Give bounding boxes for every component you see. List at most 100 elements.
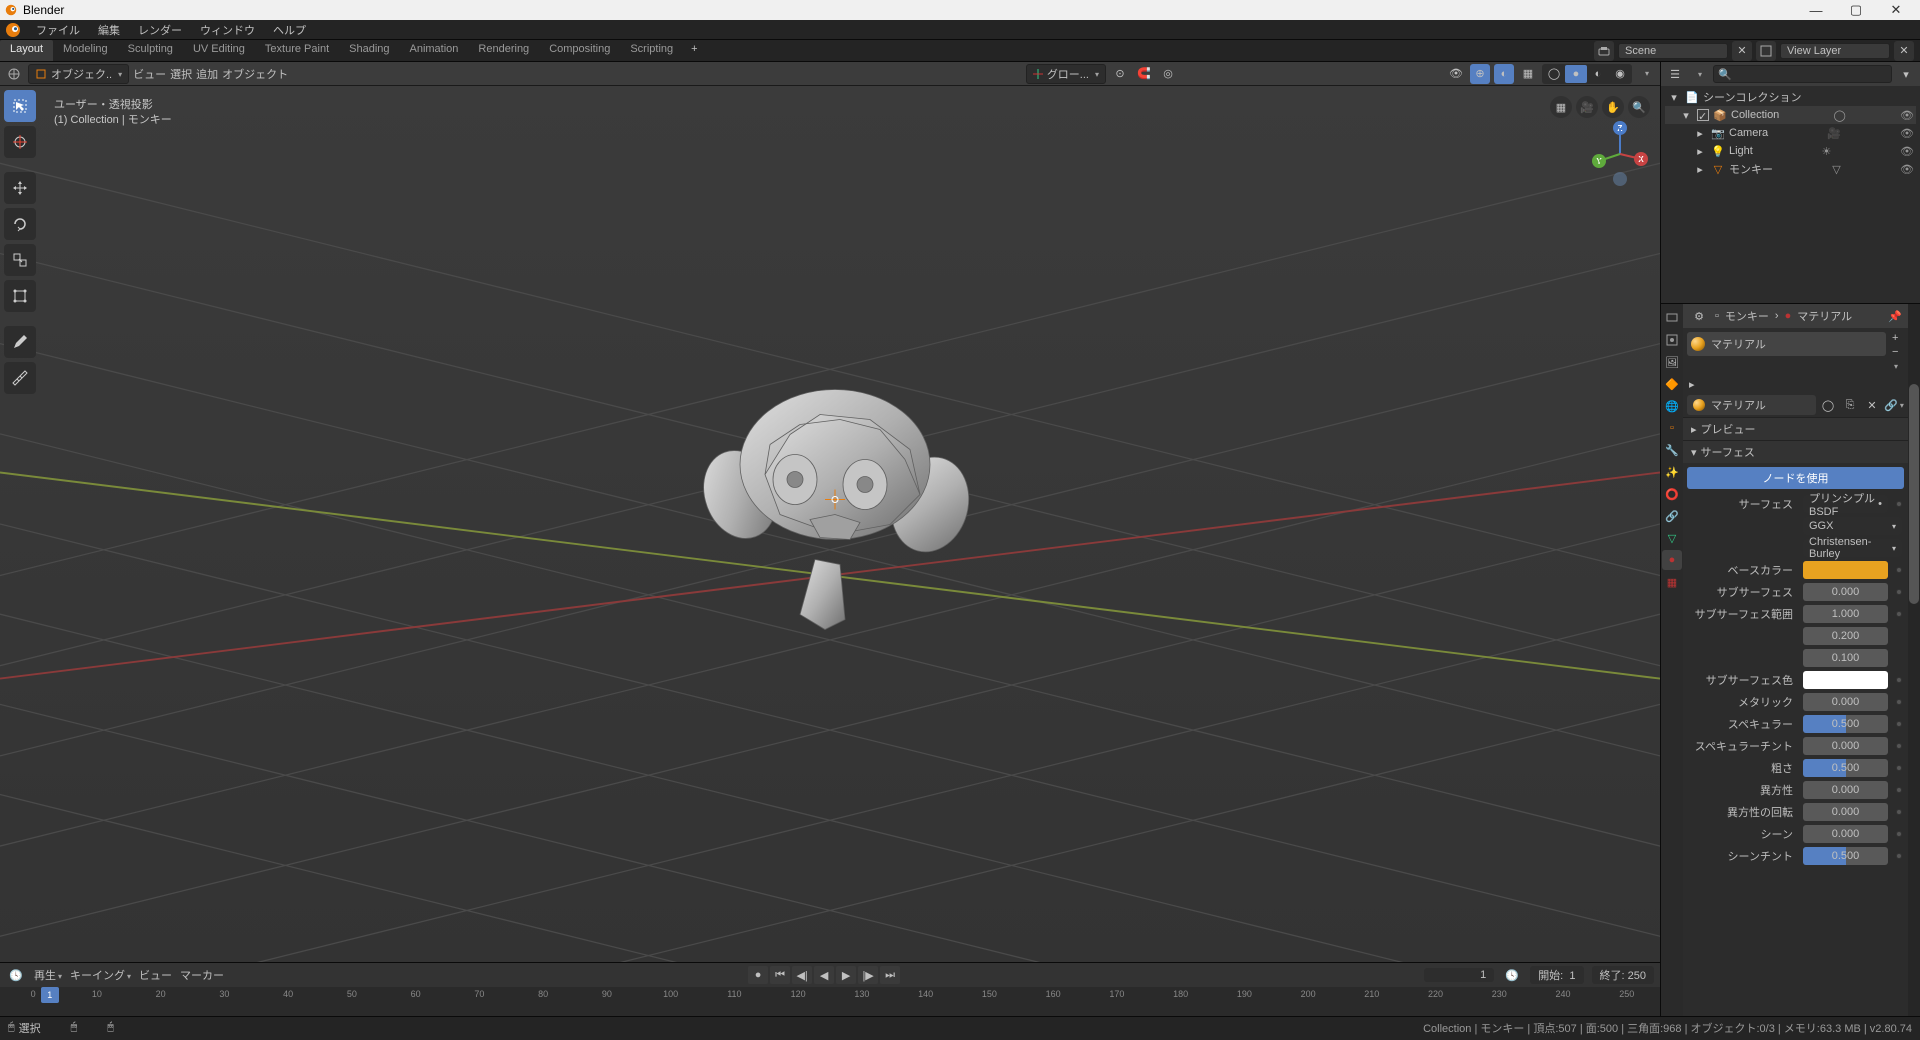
suzanne-mesh[interactable] <box>670 365 990 648</box>
base-color-swatch[interactable] <box>1803 561 1888 579</box>
props-tab-constraints[interactable]: 🔗 <box>1662 506 1682 526</box>
sheen-tint-slider[interactable]: 0.500 <box>1803 847 1888 865</box>
eye-icon[interactable]: 👁 <box>1900 145 1914 158</box>
props-tab-material[interactable]: ● <box>1662 550 1682 570</box>
breadcrumb-object[interactable]: モンキー <box>1725 308 1769 324</box>
outliner-collection[interactable]: ▾ ✓ 📦 Collection ◯ 👁 <box>1665 106 1916 124</box>
eye-icon[interactable]: 👁 <box>1900 109 1914 122</box>
outliner-item-light[interactable]: ▸ 💡 Light ☀ 👁 <box>1665 142 1916 160</box>
axis-gizmo[interactable]: Z X Y <box>1590 124 1650 184</box>
sheen-slider[interactable]: 0.000 <box>1803 825 1888 843</box>
camera-data-icon[interactable]: 🎥 <box>1827 127 1841 140</box>
jump-start-icon[interactable]: ⏮ <box>770 966 790 984</box>
jump-prev-key-icon[interactable]: ◀| <box>792 966 812 984</box>
frame-end-field[interactable]: 終了: 250 <box>1592 966 1654 984</box>
breadcrumb-material[interactable]: マテリアル <box>1797 308 1852 324</box>
props-tab-texture[interactable]: ▦ <box>1662 572 1682 592</box>
3d-viewport[interactable]: ユーザー・透視投影 (1) Collection | モンキー ▦ 🎥 ✋ � <box>0 86 1660 962</box>
material-slot-add[interactable]: + <box>1892 332 1906 344</box>
node-socket-icon[interactable] <box>1896 611 1902 617</box>
specular-slider[interactable]: 0.500 <box>1803 715 1888 733</box>
tool-cursor[interactable] <box>4 126 36 158</box>
exclude-icon[interactable]: ◯ <box>1834 109 1846 122</box>
tool-annotate[interactable] <box>4 326 36 358</box>
tab-modeling[interactable]: Modeling <box>53 40 118 61</box>
props-tab-modifiers[interactable]: 🔧 <box>1662 440 1682 460</box>
outliner-search-input[interactable]: 🔍 <box>1713 65 1892 83</box>
props-tab-data[interactable]: ▽ <box>1662 528 1682 548</box>
tab-rendering[interactable]: Rendering <box>468 40 539 61</box>
eye-icon[interactable]: 👁 <box>1900 163 1914 176</box>
sss-radius-x[interactable]: 1.000 <box>1803 605 1888 623</box>
menu-file[interactable]: ファイル <box>28 20 88 40</box>
node-socket-icon[interactable] <box>1896 765 1902 771</box>
timeline-menu-view[interactable]: ビュー <box>139 967 172 983</box>
scene-browse-icon[interactable] <box>1594 41 1614 61</box>
outliner-filter-icon[interactable]: ▾ <box>1896 64 1916 84</box>
overlay-toggle-icon[interactable]: ◐ <box>1494 64 1514 84</box>
blender-menu-icon[interactable] <box>4 21 22 39</box>
viewlayer-new-icon[interactable]: ✕ <box>1894 41 1914 61</box>
tab-shading[interactable]: Shading <box>339 40 399 61</box>
material-unlink-icon[interactable]: ✕ <box>1862 395 1882 415</box>
props-tab-object[interactable]: ▫ <box>1662 418 1682 438</box>
jump-next-key-icon[interactable]: |▶ <box>858 966 878 984</box>
props-tab-viewlayer[interactable]: 🖼 <box>1662 352 1682 372</box>
sss-radius-z[interactable]: 0.100 <box>1803 649 1888 667</box>
node-socket-icon[interactable] <box>1896 853 1902 859</box>
node-socket-icon[interactable] <box>1896 831 1902 837</box>
mesh-data-icon[interactable]: ▽ <box>1832 163 1840 176</box>
tool-move[interactable] <box>4 172 36 204</box>
material-new-icon[interactable]: ◯ <box>1818 395 1838 415</box>
tab-uv-editing[interactable]: UV Editing <box>183 40 255 61</box>
window-minimize-button[interactable]: — <box>1796 3 1836 18</box>
node-socket-icon[interactable] <box>1896 699 1902 705</box>
window-maximize-button[interactable]: ▢ <box>1836 2 1876 18</box>
tab-scripting[interactable]: Scripting <box>620 40 683 61</box>
window-close-button[interactable]: ✕ <box>1876 2 1916 18</box>
props-tab-physics[interactable]: ⭕ <box>1662 484 1682 504</box>
node-socket-icon[interactable] <box>1896 743 1902 749</box>
shading-lookdev-icon[interactable]: ◐ <box>1587 65 1609 83</box>
tool-transform[interactable] <box>4 280 36 312</box>
material-slot-menu[interactable] <box>1892 360 1906 372</box>
menu-help[interactable]: ヘルプ <box>265 20 314 40</box>
disclosure-icon[interactable]: ▸ <box>1693 126 1707 140</box>
header-menu-view[interactable]: ビュー <box>133 66 166 82</box>
visibility-icon[interactable]: 👁 <box>1446 64 1466 84</box>
current-frame-field[interactable]: 1 <box>1424 968 1494 982</box>
pan-icon[interactable]: ✋ <box>1602 96 1624 118</box>
gizmo-toggle-icon[interactable]: ⊕ <box>1470 64 1490 84</box>
tool-measure[interactable] <box>4 362 36 394</box>
outliner-display-mode[interactable] <box>1689 64 1709 84</box>
play-reverse-icon[interactable]: ◀ <box>814 966 834 984</box>
timeline-editor-type-icon[interactable]: 🕓 <box>6 965 26 985</box>
snap-icon[interactable]: 🧲 <box>1134 64 1154 84</box>
use-nodes-button[interactable]: ノードを使用 <box>1687 467 1904 489</box>
disclosure-icon[interactable]: ▸ <box>1693 144 1707 158</box>
node-socket-icon[interactable] <box>1896 501 1902 507</box>
aniso-rotation-slider[interactable]: 0.000 <box>1803 803 1888 821</box>
material-copy-icon[interactable]: ⎘ <box>1840 395 1860 415</box>
menu-render[interactable]: レンダー <box>130 20 190 40</box>
sss-color-swatch[interactable] <box>1803 671 1888 689</box>
tab-layout[interactable]: Layout <box>0 40 53 61</box>
timeline-menu-playback[interactable]: 再生 <box>34 967 62 983</box>
toggle-camera-icon[interactable]: 🎥 <box>1576 96 1598 118</box>
node-socket-icon[interactable] <box>1896 677 1902 683</box>
material-slot-remove[interactable]: − <box>1892 346 1906 358</box>
properties-scrollbar[interactable] <box>1908 304 1920 1016</box>
zoom-icon[interactable]: 🔍 <box>1628 96 1650 118</box>
disclosure-icon[interactable]: ▾ <box>1679 108 1693 122</box>
viewlayer-browse-icon[interactable] <box>1756 41 1776 61</box>
outliner-item-camera[interactable]: ▸ 📷 Camera 🎥 👁 <box>1665 124 1916 142</box>
tab-compositing[interactable]: Compositing <box>539 40 620 61</box>
roughness-slider[interactable]: 0.500 <box>1803 759 1888 777</box>
tab-add-button[interactable]: + <box>683 40 705 61</box>
panel-surface[interactable]: ▾ サーフェス <box>1683 440 1908 463</box>
props-pin-icon[interactable]: 📌 <box>1888 310 1902 323</box>
editor-type-icon[interactable] <box>4 64 24 84</box>
material-slot[interactable]: マテリアル <box>1687 332 1886 356</box>
tab-texture-paint[interactable]: Texture Paint <box>255 40 339 61</box>
props-tab-render[interactable] <box>1662 308 1682 328</box>
